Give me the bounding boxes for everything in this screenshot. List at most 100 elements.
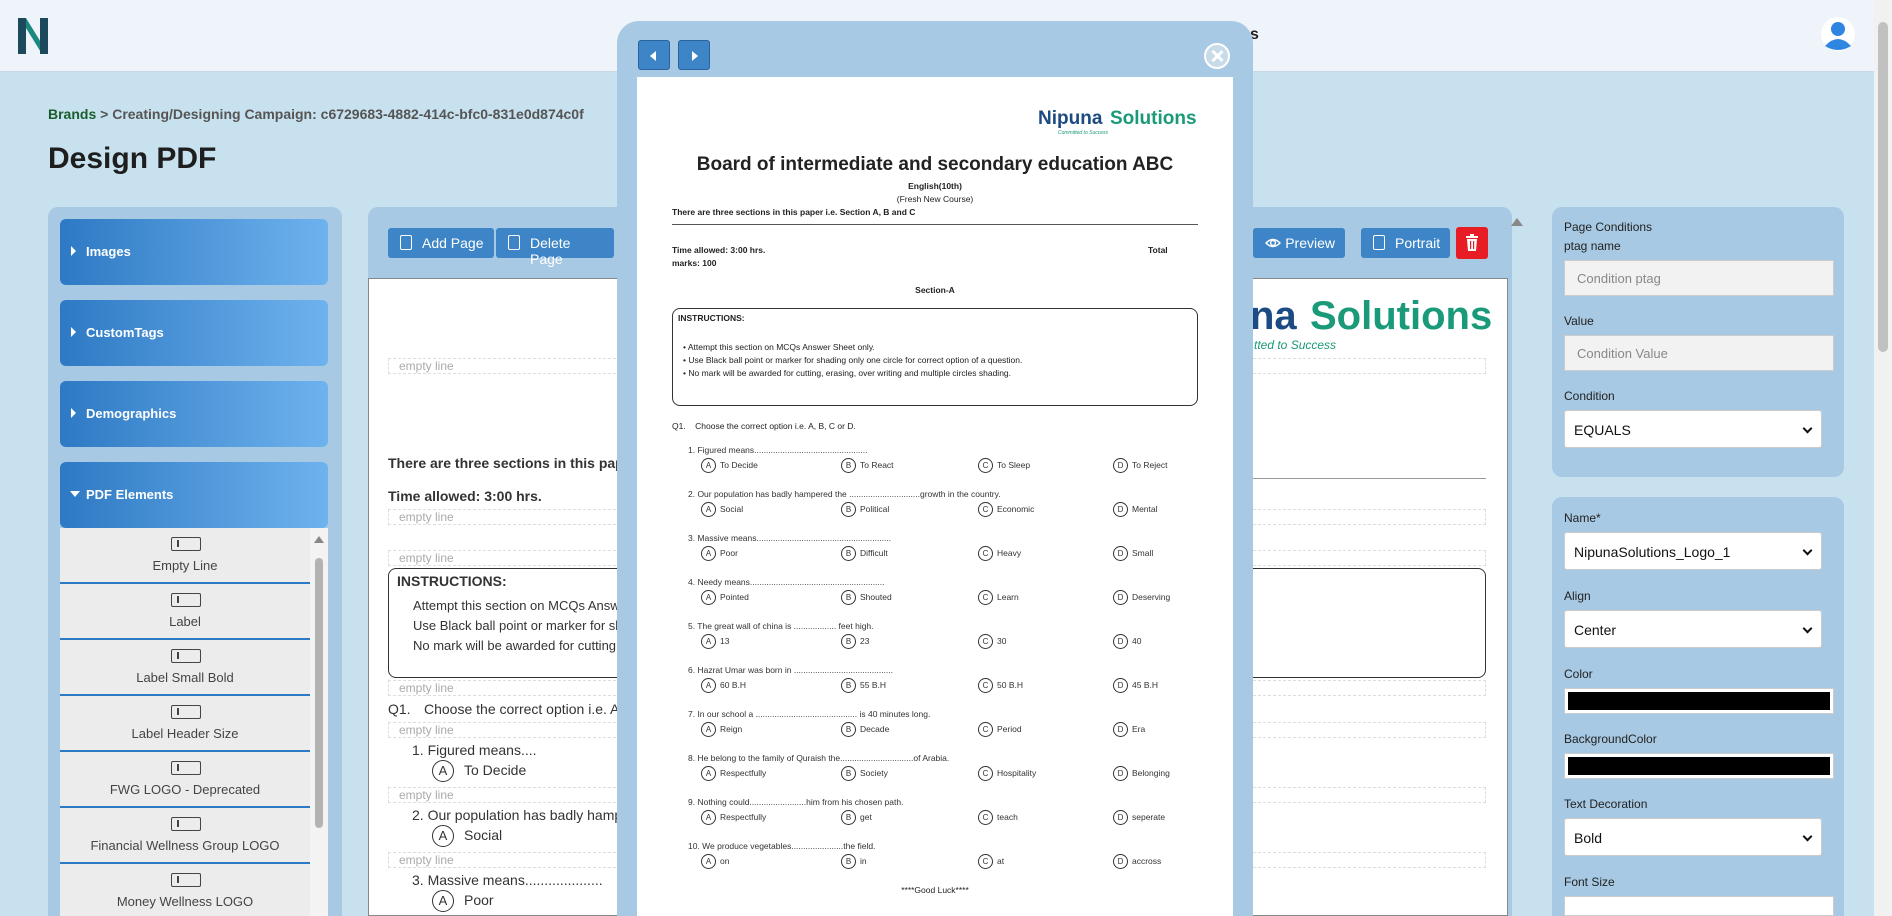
- accordion-label: CustomTags: [86, 325, 164, 340]
- preview-option: B Difficult: [841, 546, 888, 561]
- app-logo-icon[interactable]: [16, 14, 50, 58]
- pdf-elements-scrollbar[interactable]: [310, 528, 328, 916]
- option-text: get: [860, 812, 872, 822]
- select-value: Bold: [1574, 830, 1603, 846]
- canvas-q1-number[interactable]: Q1.: [388, 701, 411, 717]
- option-text: 30: [997, 636, 1007, 646]
- canvas-q1-text[interactable]: Choose the correct option i.e. A, B: [424, 701, 636, 717]
- pdf-element-money-wellness-logo[interactable]: Money Wellness LOGO: [60, 864, 310, 916]
- name-select[interactable]: NipunaSolutions_Logo_1: [1564, 532, 1822, 570]
- previous-page-button[interactable]: [638, 40, 670, 70]
- arrow-left-icon: [650, 51, 656, 61]
- condition-value-input[interactable]: Condition Value: [1564, 335, 1834, 371]
- condition-ptag-input[interactable]: Condition ptag: [1564, 260, 1834, 296]
- scroll-up-arrow-icon[interactable]: [1511, 218, 1523, 226]
- canvas-option[interactable]: A Poor: [432, 890, 494, 912]
- sections-line: There are three sections in this paper i…: [672, 207, 916, 217]
- pdf-element-label-header-size[interactable]: Label Header Size: [60, 696, 310, 752]
- text-field-icon: [171, 873, 201, 887]
- preview-option: C Heavy: [978, 546, 1021, 561]
- canvas-sections-line[interactable]: There are three sections in this paper: [388, 455, 637, 471]
- font-size-input[interactable]: [1564, 896, 1834, 916]
- preview-option: B Shouted: [841, 590, 892, 605]
- pdf-element-fwg-logo[interactable]: FWG LOGO - Deprecated: [60, 752, 310, 808]
- option-circle: A: [701, 458, 716, 473]
- logo-text: Solutions: [1310, 294, 1493, 338]
- delete-page-button[interactable]: Delete Page: [496, 228, 614, 267]
- canvas-option[interactable]: A To Decide: [432, 760, 526, 782]
- preview-option: D 40: [1113, 634, 1141, 649]
- option-letter: A: [432, 890, 454, 912]
- preview-option: C 50 B.H: [978, 678, 1023, 693]
- logo-text: Solutions: [1110, 108, 1197, 129]
- preview-option: Dseperate: [1113, 810, 1165, 825]
- logo-text: Nipuna: [1038, 108, 1103, 129]
- option-text: To React: [860, 460, 894, 470]
- canvas-question[interactable]: 2. Our population has badly hamper: [412, 807, 635, 823]
- background-color-picker[interactable]: [1564, 753, 1834, 779]
- portrait-button[interactable]: Portrait: [1361, 228, 1450, 258]
- preview-option: Bin: [841, 854, 867, 869]
- option-circle: A: [701, 722, 716, 737]
- color-picker[interactable]: [1564, 688, 1834, 714]
- scroll-up-arrow-icon[interactable]: [314, 536, 324, 543]
- option-text: teach: [997, 812, 1018, 822]
- breadcrumb-brands-link[interactable]: Brands: [48, 106, 96, 122]
- canvas-scrollbar[interactable]: [1508, 210, 1524, 916]
- accordion-images[interactable]: Images: [60, 219, 328, 285]
- pdf-element-financial-wellness-logo[interactable]: Financial Wellness Group LOGO: [60, 808, 310, 864]
- preview-option: B Society: [841, 766, 888, 781]
- option-text: Small: [1132, 548, 1154, 558]
- canvas-nipuna-logo[interactable]: na Solutions tted to Success: [1238, 294, 1492, 354]
- option-circle: C: [978, 810, 993, 825]
- delete-button[interactable]: [1456, 227, 1488, 259]
- option-text: Society: [860, 768, 888, 778]
- logo-text: na: [1250, 294, 1297, 338]
- preview-option: B Decade: [841, 722, 889, 737]
- accordion-customtags[interactable]: CustomTags: [60, 300, 328, 366]
- pdf-element-empty-line[interactable]: Empty Line: [60, 528, 310, 584]
- option-text: Shouted: [860, 592, 892, 602]
- option-text: Social: [720, 504, 744, 514]
- pdf-element-label[interactable]: Label: [60, 584, 310, 640]
- preview-question: 2. Our population has badly hampered the…: [688, 489, 1001, 499]
- preview-option: A 60 B.H: [701, 678, 746, 693]
- page-scrollbar[interactable]: [1874, 0, 1892, 916]
- user-avatar-icon[interactable]: [1820, 16, 1856, 52]
- preview-option: B 23: [841, 634, 869, 649]
- board-title: Board of intermediate and secondary educ…: [696, 154, 1174, 175]
- option-text: Era: [1132, 724, 1146, 734]
- option-text: in: [860, 856, 867, 866]
- option-text: Poor: [464, 892, 494, 908]
- canvas-question[interactable]: 3. Massive means....................: [412, 872, 603, 888]
- option-text: To Decide: [720, 460, 758, 470]
- option-text: 40: [1132, 636, 1142, 646]
- option-text: 55 B.H: [860, 680, 886, 690]
- canvas-option[interactable]: A Social: [432, 825, 502, 847]
- text-field-icon: [171, 817, 201, 831]
- pdf-element-label: Money Wellness LOGO: [116, 894, 254, 909]
- eye-icon: [1265, 238, 1281, 248]
- marks-label: marks: 100: [672, 258, 717, 268]
- option-text: at: [997, 856, 1005, 866]
- option-circle: A: [701, 546, 716, 561]
- accordion-pdf-elements[interactable]: PDF Elements: [60, 462, 328, 528]
- add-page-button[interactable]: Add Page: [388, 228, 494, 258]
- accordion-demographics[interactable]: Demographics: [60, 381, 328, 447]
- preview-option: D 45 B.H: [1113, 678, 1158, 693]
- course-line: (Fresh New Course): [896, 194, 974, 204]
- nipuna-solutions-logo: Nipuna Solutions Committed to Success: [1038, 106, 1202, 138]
- preview-option: D Deserving: [1113, 590, 1170, 605]
- pdf-element-label-small-bold[interactable]: Label Small Bold: [60, 640, 310, 696]
- caret-right-icon: [71, 246, 76, 256]
- close-icon[interactable]: [1204, 43, 1230, 69]
- canvas-time-allowed[interactable]: Time allowed: 3:00 hrs.: [388, 488, 542, 504]
- canvas-question[interactable]: 1. Figured means....: [412, 742, 537, 758]
- subject-line: English(10th): [908, 181, 962, 191]
- empty-line[interactable]: [1248, 358, 1486, 374]
- text-decoration-select[interactable]: Bold: [1564, 818, 1822, 856]
- align-select[interactable]: Center: [1564, 610, 1822, 648]
- condition-select[interactable]: EQUALS: [1564, 410, 1822, 448]
- select-value: Center: [1574, 622, 1617, 638]
- next-page-button[interactable]: [678, 40, 710, 70]
